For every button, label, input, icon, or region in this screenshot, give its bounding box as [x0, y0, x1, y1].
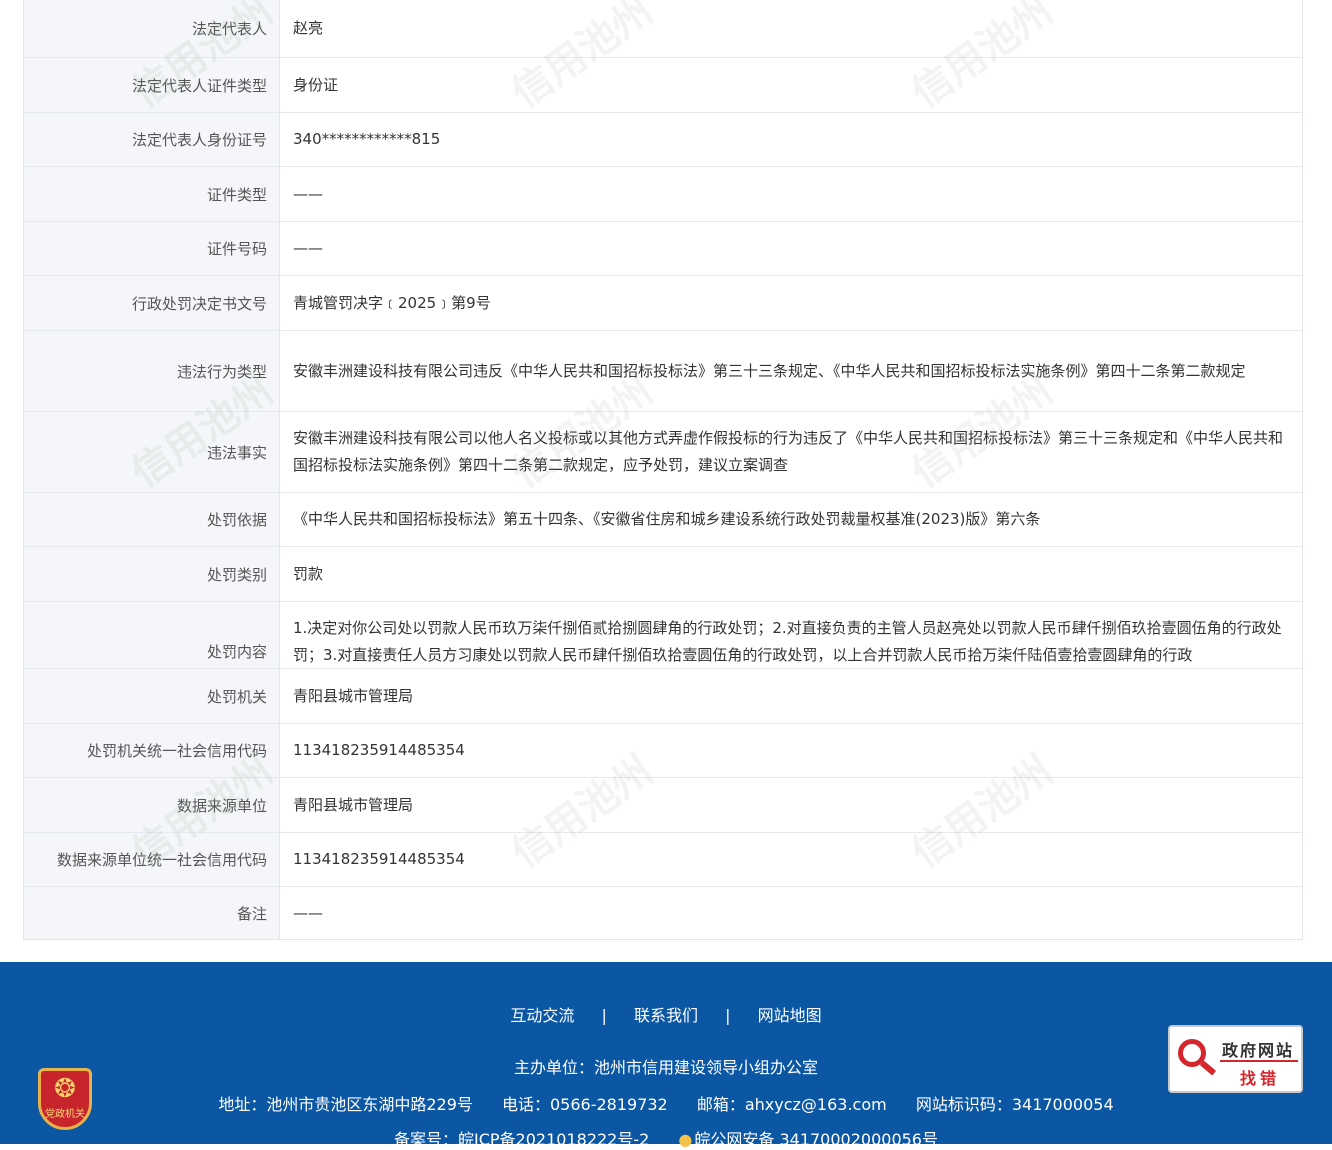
- table-row: 行政处罚决定书文号 青城管罚决字﹝2025﹞第9号: [24, 276, 1302, 331]
- row-label: 数据来源单位统一社会信用代码: [24, 833, 280, 886]
- footer-link-interaction[interactable]: 互动交流: [510, 1002, 574, 1026]
- row-label: 证件号码: [24, 222, 280, 275]
- footer-site-id: 网站标识码：3417000054: [915, 1095, 1114, 1114]
- row-label: 数据来源单位: [24, 778, 280, 832]
- site-footer: 互动交流 | 联系我们 | 网站地图 主办单位：池州市信用建设领导小组办公室 地…: [0, 962, 1332, 1149]
- row-value: 安徽丰洲建设科技有限公司以他人名义投标或以其他方式弄虚作假投标的行为违反了《中华…: [293, 429, 1284, 474]
- row-value: 《中华人民共和国招标投标法》第五十四条、《安徽省住房和城乡建设系统行政处罚裁量权…: [293, 510, 1041, 528]
- table-row: 处罚依据 《中华人民共和国招标投标法》第五十四条、《安徽省住房和城乡建设系统行政…: [24, 493, 1302, 547]
- footer-icp-link[interactable]: 备案号：皖ICP备2021018222号-2: [394, 1130, 649, 1149]
- row-value: 113418235914485354: [293, 741, 465, 759]
- row-value: ——: [293, 239, 323, 257]
- row-value: 青阳县城市管理局: [293, 795, 414, 814]
- row-label: 证件类型: [24, 167, 280, 221]
- table-row: 处罚类别 罚款: [24, 547, 1302, 602]
- table-row: 证件类型 ——: [24, 167, 1302, 222]
- footer-separator: |: [725, 1006, 731, 1025]
- row-value: ——: [293, 184, 323, 203]
- row-label: 法定代表人: [24, 0, 280, 57]
- footer-phone: 电话：0566-2819732: [501, 1095, 668, 1114]
- row-label: 处罚机关统一社会信用代码: [24, 724, 280, 777]
- footer-link-contact[interactable]: 联系我们: [634, 1002, 698, 1026]
- footer-record-line: 备案号：皖ICP备2021018222号-2 ● 皖公网安备 3417000200…: [0, 1126, 1332, 1150]
- row-value: 1.决定对你公司处以罚款人民币玖万柒仟捌佰贰拾捌圆肆角的行政处罚；2.对直接负责…: [293, 619, 1282, 664]
- badge-divider: [1220, 1060, 1298, 1062]
- row-value: 青阳县城市管理局: [293, 686, 414, 705]
- table-row: 法定代表人身份证号 340************815: [24, 113, 1302, 167]
- magnifier-handle-icon: [1199, 1060, 1217, 1076]
- row-label: 违法事实: [24, 412, 280, 492]
- row-label: 处罚机关: [24, 669, 280, 723]
- footer-email: 邮箱：ahxycz@163.com: [696, 1095, 887, 1114]
- row-label: 违法行为类型: [24, 331, 280, 411]
- row-label: 法定代表人证件类型: [24, 58, 280, 112]
- row-value: 113418235914485354: [293, 850, 465, 868]
- row-value: 安徽丰洲建设科技有限公司违反《中华人民共和国招标投标法》第三十三条规定、《中华人…: [293, 361, 1246, 380]
- footer-links: 互动交流 | 联系我们 | 网站地图: [0, 1002, 1332, 1026]
- footer-address: 地址：池州市贵池区东湖中路229号: [218, 1095, 473, 1114]
- table-row: 证件号码 ——: [24, 222, 1302, 276]
- police-badge-icon: ●: [678, 1130, 693, 1149]
- row-label: 处罚依据: [24, 493, 280, 546]
- row-value: 罚款: [293, 564, 324, 583]
- footer-contact-line: 地址：池州市贵池区东湖中路229号 电话：0566-2819732 邮箱：ahx…: [0, 1091, 1332, 1115]
- table-row: 法定代表人证件类型 身份证: [24, 58, 1302, 113]
- table-row: 数据来源单位统一社会信用代码 113418235914485354: [24, 833, 1302, 887]
- row-value: ——: [293, 903, 323, 922]
- party-gov-badge-icon[interactable]: ❂ 党政机关: [38, 1068, 92, 1130]
- gov-site-error-report-button[interactable]: 政府网站 找错: [1168, 1025, 1303, 1093]
- emblem-icon: ❂: [54, 1074, 76, 1104]
- table-row: 处罚机关 青阳县城市管理局: [24, 669, 1302, 724]
- row-value: 青城管罚决字﹝2025﹞第9号: [293, 293, 491, 312]
- row-value: 身份证: [293, 75, 339, 94]
- table-row: 处罚机关统一社会信用代码 113418235914485354: [24, 724, 1302, 778]
- table-row: 违法行为类型 安徽丰洲建设科技有限公司违反《中华人民共和国招标投标法》第三十三条…: [24, 331, 1302, 412]
- table-row: 处罚内容 1.决定对你公司处以罚款人民币玖万柒仟捌佰贰拾捌圆肆角的行政处罚；2.…: [24, 602, 1302, 669]
- row-value: 340************815: [293, 130, 441, 148]
- badge-left-label: 党政机关: [45, 1109, 85, 1120]
- footer-separator: |: [601, 1006, 607, 1025]
- footer-police-text: 皖公网安备 34170002000056号: [694, 1130, 938, 1149]
- footer-host: 主办单位：池州市信用建设领导小组办公室: [513, 1058, 818, 1077]
- footer-police-link[interactable]: ● 皖公网安备 34170002000056号: [678, 1130, 938, 1149]
- table-row: 法定代表人 赵亮: [24, 0, 1302, 58]
- row-label: 法定代表人身份证号: [24, 113, 280, 166]
- badge-right-line2: 找错: [1240, 1069, 1281, 1088]
- detail-table: 法定代表人 赵亮 法定代表人证件类型 身份证 法定代表人身份证号 340****…: [23, 0, 1303, 940]
- row-label: 处罚类别: [24, 547, 280, 601]
- row-label: 行政处罚决定书文号: [24, 276, 280, 330]
- row-value: 赵亮: [293, 19, 324, 37]
- table-row: 备注 ——: [24, 887, 1302, 939]
- footer-link-sitemap[interactable]: 网站地图: [758, 1002, 822, 1026]
- table-row: 数据来源单位 青阳县城市管理局: [24, 778, 1302, 833]
- badge-right-line1: 政府网站: [1222, 1041, 1295, 1060]
- row-label: 备注: [24, 887, 280, 939]
- row-label: 处罚内容: [24, 602, 280, 668]
- table-row: 违法事实 安徽丰洲建设科技有限公司以他人名义投标或以其他方式弄虚作假投标的行为违…: [24, 412, 1302, 493]
